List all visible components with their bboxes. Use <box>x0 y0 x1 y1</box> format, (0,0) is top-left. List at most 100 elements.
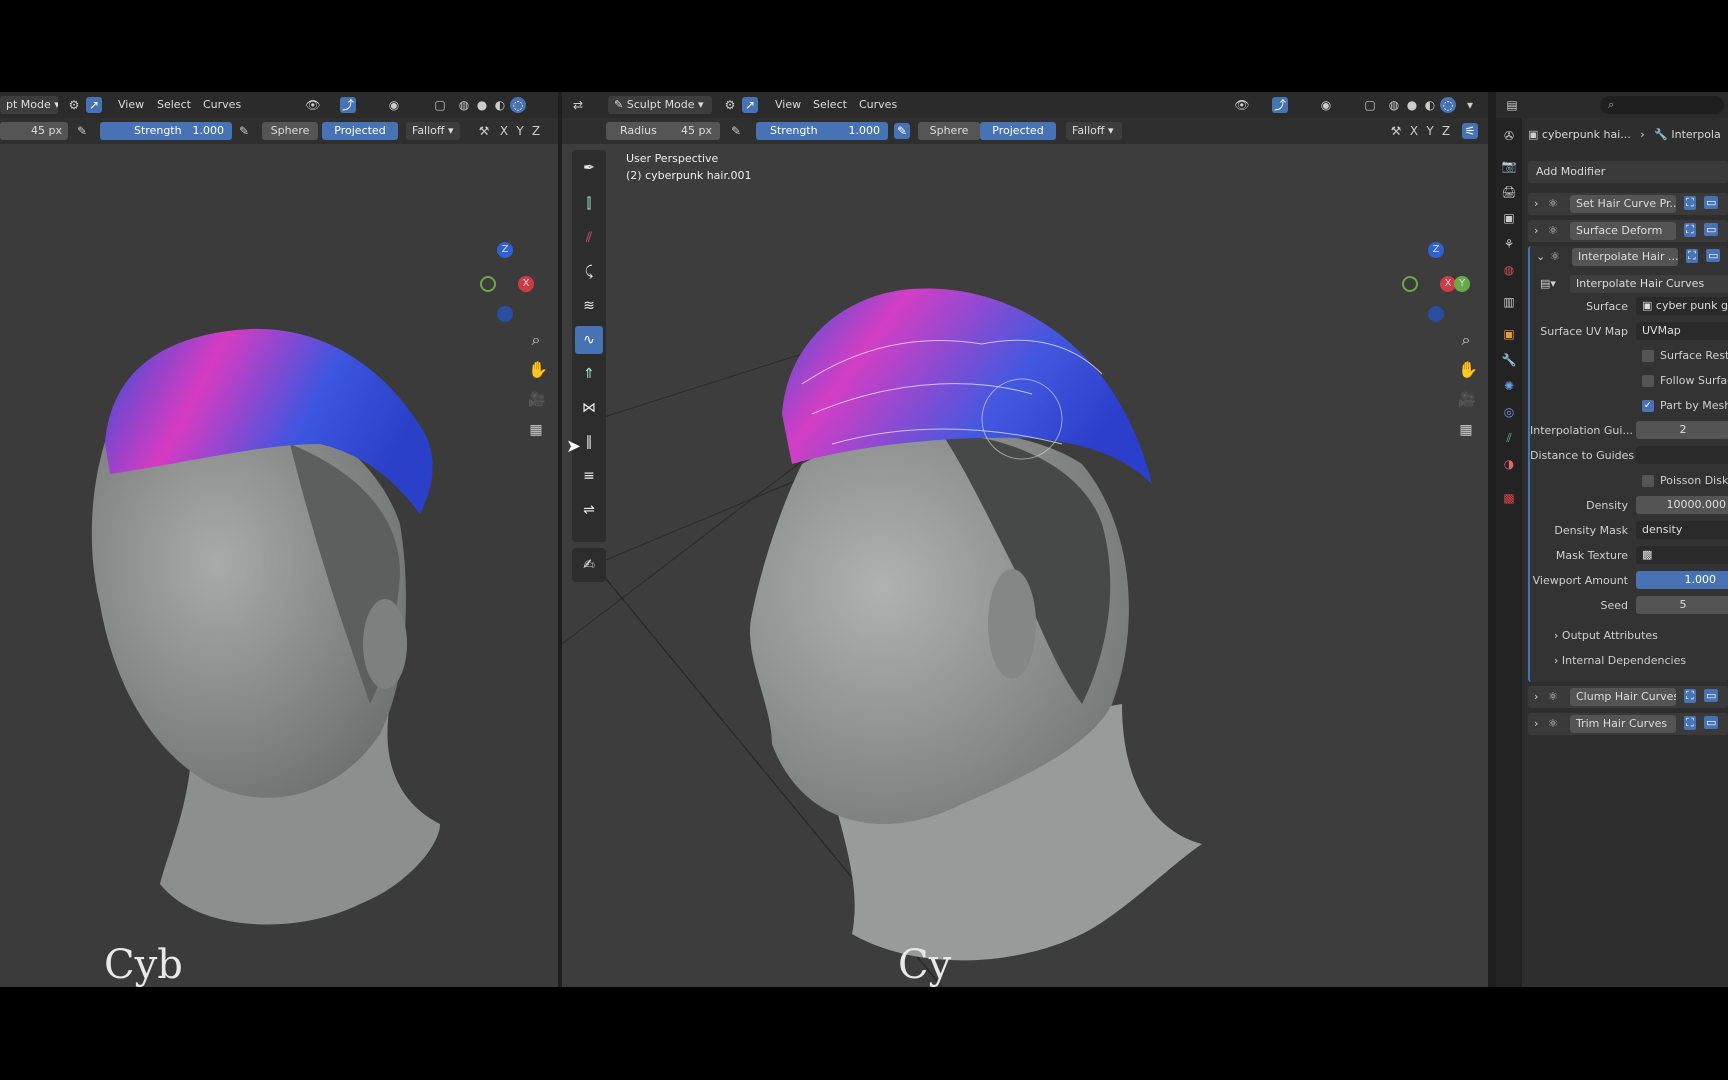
main-projected-button[interactable]: Projected <box>980 122 1056 140</box>
density-field[interactable]: 10000.000 <box>1636 496 1728 514</box>
left-mirror-icon[interactable]: ⚒ <box>476 123 492 139</box>
select-tool-icon[interactable]: ✒ <box>575 154 603 182</box>
view-layer-tab-icon[interactable]: ▣ <box>1501 210 1517 226</box>
world-tab-icon[interactable]: ◍ <box>1501 262 1517 278</box>
main-xray-icon[interactable]: ▢ <box>1362 97 1378 113</box>
main-menu-select[interactable]: Select <box>813 92 847 118</box>
main-gizmo-y[interactable]: Y <box>1454 276 1470 292</box>
surface-rest-checkbox[interactable] <box>1642 350 1654 362</box>
left-mode-select[interactable]: pt Mode ▾ <box>0 96 58 114</box>
viewport-toggle-icon[interactable]: ▭ <box>1704 223 1719 236</box>
render-tab-icon[interactable]: 📷 <box>1501 158 1517 174</box>
poisson-checkbox[interactable] <box>1642 475 1654 487</box>
interp-guides-field[interactable]: 2 <box>1636 421 1728 439</box>
viewport-toggle-icon[interactable]: ▭ <box>1704 716 1719 729</box>
left-menu-select[interactable]: Select <box>157 92 191 118</box>
viewport-amount-field[interactable]: 1.000 <box>1636 571 1728 589</box>
main-axis-y[interactable]: Y <box>1422 123 1438 139</box>
editmode-toggle-icon[interactable]: ⛶ <box>1684 689 1696 703</box>
left-falloff-dropdown[interactable]: Falloff ▾ <box>406 122 460 140</box>
main-zoom-icon[interactable]: ⌕ <box>1458 332 1474 348</box>
density-mask-field[interactable]: density <box>1636 521 1728 539</box>
main-gizmo-z[interactable]: Z <box>1428 242 1444 258</box>
properties-search[interactable]: ⌕ <box>1600 96 1724 114</box>
left-xray-icon[interactable]: ▢ <box>432 97 448 113</box>
left-axis-x[interactable]: X <box>496 123 512 139</box>
physics-tab-icon[interactable]: ◎ <box>1501 404 1517 420</box>
left-gizmo-x[interactable]: X <box>518 276 534 292</box>
main-gizmo-z-neg[interactable] <box>1428 306 1444 322</box>
main-radius-field[interactable]: Radius 45 px <box>606 122 720 140</box>
main-shading-options-icon[interactable]: ▾ <box>1462 97 1478 113</box>
left-strength-pressure-icon[interactable]: ✎ <box>236 123 252 139</box>
node-group-field[interactable]: Interpolate Hair Curves <box>1570 275 1728 293</box>
modifier-name-0[interactable]: Set Hair Curve Pr... <box>1570 195 1676 213</box>
scene-tab-icon[interactable]: ⚘ <box>1501 236 1517 252</box>
part-by-mesh-checkbox[interactable]: ✓ <box>1642 400 1654 412</box>
main-sphere-button[interactable]: Sphere <box>918 122 980 140</box>
left-rendered-shading-icon[interactable]: ◌ <box>510 97 526 113</box>
collection-tab-icon[interactable]: ▥ <box>1501 294 1517 310</box>
left-sphere-button[interactable]: Sphere <box>262 122 318 140</box>
surface-field[interactable]: ▣ cyber punk g <box>1636 297 1728 315</box>
breadcrumb-object[interactable]: cyberpunk hai... <box>1542 128 1631 141</box>
mask-texture-field[interactable]: ▩ <box>1636 546 1728 564</box>
main-gizmo-y-neg[interactable] <box>1402 276 1418 292</box>
left-overlay-icon[interactable]: ◉ <box>386 97 402 113</box>
modifier-name-4[interactable]: Trim Hair Curves <box>1570 715 1676 733</box>
comb-tool-icon[interactable]: ⫿ <box>575 190 603 218</box>
modifier-name-3[interactable]: Clump Hair Curves <box>1570 688 1676 706</box>
left-gizmo-z-neg[interactable] <box>497 306 513 322</box>
material-tab-icon[interactable]: ◑ <box>1501 456 1517 472</box>
modifier-name-2[interactable]: Interpolate Hair ... <box>1572 248 1678 266</box>
tool-tab-icon[interactable]: ✇ <box>1501 128 1517 144</box>
left-zoom-icon[interactable]: ⌕ <box>528 332 544 348</box>
left-radius-field[interactable]: 45 px <box>0 122 68 140</box>
modifier-name-1[interactable]: Surface Deform <box>1570 222 1676 240</box>
main-rendered-shading-icon[interactable]: ◌ <box>1440 97 1456 113</box>
expand-chevron-icon[interactable]: › <box>1534 197 1538 210</box>
left-solid-shading-icon[interactable]: ● <box>474 97 490 113</box>
annotate-tool[interactable]: ✍ <box>572 548 606 582</box>
add-modifier-button[interactable]: Add Modifier <box>1528 161 1728 183</box>
main-camera-icon[interactable]: 🎥 <box>1458 392 1475 408</box>
add-tool-icon[interactable]: ≋ <box>575 292 603 320</box>
slide-tool-icon[interactable]: ⇌ <box>575 496 603 524</box>
pinch-tool-icon[interactable]: ⋈ <box>575 394 603 422</box>
left-camera-icon[interactable]: 🎥 <box>528 392 545 408</box>
left-menu-view[interactable]: View <box>118 92 144 118</box>
modifier-row-4[interactable]: › ⚛ Trim Hair Curves ⛶ ▭ <box>1528 713 1728 735</box>
main-material-shading-icon[interactable]: ◐ <box>1422 97 1438 113</box>
editmode-toggle-icon[interactable]: ⛶ <box>1684 716 1696 730</box>
collapse-chevron-icon[interactable]: ⌄ <box>1536 250 1545 263</box>
main-wireframe-shading-icon[interactable]: ◍ <box>1386 97 1402 113</box>
main-mode-select[interactable]: ✎ Sculpt Mode ▾ <box>608 96 712 114</box>
left-gizmo-y-neg[interactable] <box>480 276 496 292</box>
uvmap-field[interactable]: UVMap <box>1636 322 1728 340</box>
editmode-toggle-icon[interactable]: ⛶ <box>1684 196 1696 210</box>
main-radius-pressure-icon[interactable]: ✎ <box>728 123 744 139</box>
annotate-tool-icon[interactable]: ✍ <box>575 551 603 579</box>
left-visibility-icon[interactable]: 👁 <box>305 97 321 113</box>
expand-chevron-icon[interactable]: › <box>1534 717 1538 730</box>
left-brush-icon[interactable]: ⚙ <box>66 97 82 113</box>
distance-field[interactable] <box>1636 446 1728 464</box>
particles-tab-icon[interactable]: ✺ <box>1501 378 1517 394</box>
breadcrumb-modifier[interactable]: Interpola <box>1671 128 1720 141</box>
main-mirror-icon[interactable]: ⚒ <box>1388 123 1404 139</box>
data-tab-icon[interactable]: ⫽ <box>1501 430 1517 446</box>
main-axis-z[interactable]: Z <box>1438 123 1454 139</box>
main-menu-curves[interactable]: Curves <box>859 92 897 118</box>
node-group-icon[interactable]: ▤▾ <box>1540 277 1556 290</box>
main-ortho-icon[interactable]: ▦ <box>1458 422 1474 438</box>
main-snap-icon[interactable]: ⚟ <box>1462 123 1478 139</box>
object-tab-icon[interactable]: ▣ <box>1501 326 1517 342</box>
main-gizmo-toggle-icon[interactable]: ⤴ <box>1272 97 1288 113</box>
main-visibility-icon[interactable]: 👁 <box>1234 97 1250 113</box>
delete-tool-icon[interactable]: ⫽ <box>575 224 603 252</box>
main-symmetry-icon[interactable]: ↗ <box>742 97 758 113</box>
properties-editor-type-icon[interactable]: ▤ <box>1504 97 1520 113</box>
viewport-toggle-icon[interactable]: ▭ <box>1706 249 1721 262</box>
editmode-toggle-icon[interactable]: ⛶ <box>1686 249 1698 263</box>
left-symmetry-icon[interactable]: ↗ <box>86 97 102 113</box>
